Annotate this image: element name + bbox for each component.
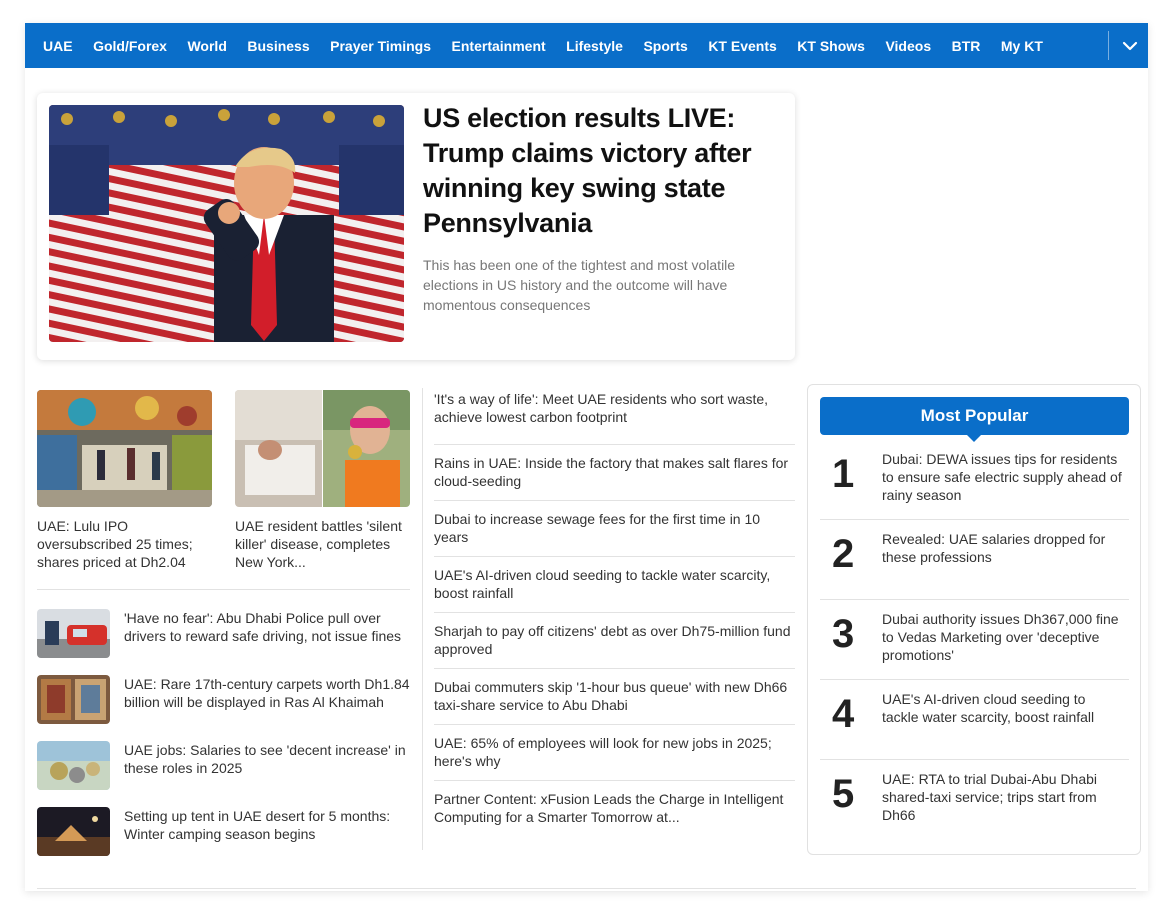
story-card-title[interactable]: UAE resident battles 'silent killer' dis… bbox=[235, 517, 410, 571]
list-item-thumbnail[interactable] bbox=[37, 807, 110, 856]
list-item[interactable]: UAE jobs: Salaries to see 'decent increa… bbox=[37, 741, 410, 791]
popular-item[interactable]: 1 Dubai: DEWA issues tips for residents … bbox=[820, 440, 1129, 520]
list-item-title[interactable]: 'Have no fear': Abu Dhabi Police pull ov… bbox=[124, 609, 410, 659]
list-item-title[interactable]: UAE jobs: Salaries to see 'decent increa… bbox=[124, 741, 410, 791]
nav-item-lifestyle[interactable]: Lifestyle bbox=[566, 38, 623, 54]
popular-rank: 1 bbox=[832, 452, 855, 496]
headline-item[interactable]: UAE's AI-driven cloud seeding to tackle … bbox=[434, 557, 795, 613]
nav-items: UAE Gold/Forex World Business Prayer Tim… bbox=[25, 38, 1063, 54]
nav-item-prayer-timings[interactable]: Prayer Timings bbox=[330, 38, 431, 54]
popular-item[interactable]: 4 UAE's AI-driven cloud seeding to tackl… bbox=[820, 680, 1129, 760]
list-item-thumbnail[interactable] bbox=[37, 741, 110, 790]
story-card-image[interactable] bbox=[37, 390, 212, 507]
popular-rank: 5 bbox=[832, 772, 855, 816]
list-item[interactable]: 'Have no fear': Abu Dhabi Police pull ov… bbox=[37, 609, 410, 659]
headline-item[interactable]: Rains in UAE: Inside the factory that ma… bbox=[434, 445, 795, 501]
popular-item[interactable]: 3 Dubai authority issues Dh367,000 fine … bbox=[820, 600, 1129, 680]
hero-summary: This has been one of the tightest and mo… bbox=[423, 257, 736, 313]
nav-item-uae[interactable]: UAE bbox=[43, 38, 73, 54]
popular-title[interactable]: Revealed: UAE salaries dropped for these… bbox=[882, 530, 1122, 566]
headline-item[interactable]: Dubai to increase sewage fees for the fi… bbox=[434, 501, 795, 557]
list-item-thumbnail[interactable] bbox=[37, 609, 110, 658]
chevron-down-icon[interactable] bbox=[1121, 37, 1139, 55]
list-item-thumbnail[interactable] bbox=[37, 675, 110, 724]
headline-list: 'It's a way of life': Meet UAE residents… bbox=[434, 389, 795, 837]
popular-title[interactable]: UAE: RTA to trial Dubai-Abu Dhabi shared… bbox=[882, 770, 1122, 824]
hero-story[interactable]: US election results LIVE: Trump claims v… bbox=[37, 93, 795, 360]
popular-item[interactable]: 5 UAE: RTA to trial Dubai-Abu Dhabi shar… bbox=[820, 760, 1129, 840]
popular-title[interactable]: Dubai: DEWA issues tips for residents to… bbox=[882, 450, 1122, 504]
list-item[interactable]: UAE: Rare 17th-century carpets worth Dh1… bbox=[37, 675, 410, 725]
list-item-title[interactable]: UAE: Rare 17th-century carpets worth Dh1… bbox=[124, 675, 410, 725]
page: UAE Gold/Forex World Business Prayer Tim… bbox=[25, 23, 1148, 891]
headline-item[interactable]: 'It's a way of life': Meet UAE residents… bbox=[434, 389, 795, 445]
nav-divider bbox=[1108, 31, 1109, 60]
popular-title[interactable]: UAE's AI-driven cloud seeding to tackle … bbox=[882, 690, 1122, 726]
nav-item-sports[interactable]: Sports bbox=[643, 38, 687, 54]
main-nav: UAE Gold/Forex World Business Prayer Tim… bbox=[25, 23, 1148, 68]
story-card-title[interactable]: UAE: Lulu IPO oversubscribed 25 times; s… bbox=[37, 517, 212, 571]
column-divider bbox=[422, 388, 423, 850]
footer-divider bbox=[37, 888, 1136, 889]
nav-item-business[interactable]: Business bbox=[247, 38, 309, 54]
popular-rank: 4 bbox=[832, 692, 855, 736]
most-popular-header: Most Popular bbox=[820, 397, 1129, 442]
section-divider bbox=[37, 589, 410, 590]
headline-item[interactable]: Partner Content: xFusion Leads the Charg… bbox=[434, 781, 795, 837]
hero-image[interactable] bbox=[49, 105, 404, 342]
list-item[interactable]: Setting up tent in UAE desert for 5 mont… bbox=[37, 807, 410, 857]
popular-item[interactable]: 2 Revealed: UAE salaries dropped for the… bbox=[820, 520, 1129, 600]
popular-rank: 2 bbox=[832, 532, 855, 576]
nav-item-gold-forex[interactable]: Gold/Forex bbox=[93, 38, 167, 54]
nav-item-entertainment[interactable]: Entertainment bbox=[452, 38, 546, 54]
story-card-image[interactable] bbox=[235, 390, 410, 507]
list-item-title[interactable]: Setting up tent in UAE desert for 5 mont… bbox=[124, 807, 410, 857]
nav-item-kt-shows[interactable]: KT Shows bbox=[797, 38, 865, 54]
hero-headline[interactable]: US election results LIVE: Trump claims v… bbox=[423, 101, 783, 241]
headline-item[interactable]: Dubai commuters skip '1-hour bus queue' … bbox=[434, 669, 795, 725]
story-card[interactable]: UAE: Lulu IPO oversubscribed 25 times; s… bbox=[37, 390, 212, 571]
nav-item-videos[interactable]: Videos bbox=[885, 38, 931, 54]
nav-item-kt-events[interactable]: KT Events bbox=[708, 38, 776, 54]
nav-item-my-kt[interactable]: My KT bbox=[1001, 38, 1043, 54]
most-popular-widget: Most Popular 1 Dubai: DEWA issues tips f… bbox=[807, 384, 1141, 855]
story-card[interactable]: UAE resident battles 'silent killer' dis… bbox=[235, 390, 410, 571]
headline-item[interactable]: Sharjah to pay off citizens' debt as ove… bbox=[434, 613, 795, 669]
nav-item-world[interactable]: World bbox=[187, 38, 226, 54]
popular-title[interactable]: Dubai authority issues Dh367,000 fine to… bbox=[882, 610, 1122, 664]
headline-item[interactable]: UAE: 65% of employees will look for new … bbox=[434, 725, 795, 781]
nav-item-btr[interactable]: BTR bbox=[952, 38, 981, 54]
popular-rank: 3 bbox=[832, 612, 855, 656]
